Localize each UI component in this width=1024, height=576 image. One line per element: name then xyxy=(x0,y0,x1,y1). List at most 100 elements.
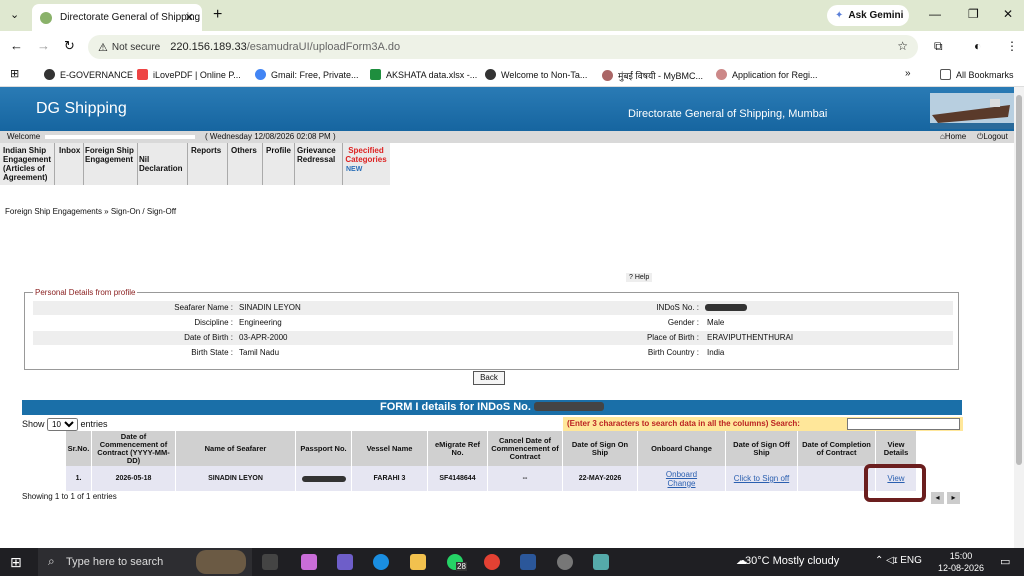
home-link[interactable]: ⌂Home xyxy=(940,132,966,141)
menu-indian-ship-engagement[interactable]: Indian Ship Engagement (Articles of Agre… xyxy=(3,146,53,182)
col-signoff[interactable]: Date of Sign Off Ship xyxy=(726,431,798,466)
forward-arrow-icon[interactable]: → xyxy=(37,38,50,53)
all-bookmarks[interactable]: All Bookmarks xyxy=(940,69,1014,80)
pob-value: ERAVIPUTHENTHURAI xyxy=(707,333,794,342)
task-view-icon[interactable] xyxy=(262,554,278,570)
minimize-icon[interactable]: — xyxy=(929,7,941,21)
new-badge: NEW xyxy=(346,166,363,173)
sign-off-link[interactable]: Click to Sign off xyxy=(734,474,790,483)
site-logo: DG Shipping xyxy=(36,100,127,117)
bookmark-egovernance[interactable]: E-GOVERNANCE xyxy=(44,69,133,80)
bookmark-label: Gmail: Free, Private... xyxy=(271,70,359,80)
back-button[interactable]: Back xyxy=(473,371,505,385)
taskbar-search[interactable]: ⌕ Type here to search xyxy=(38,548,252,576)
bookmark-welcome[interactable]: Welcome to Non-Ta... xyxy=(485,69,587,80)
clock[interactable]: 15:00 12-08-2026 xyxy=(938,550,984,574)
col-vessel[interactable]: Vessel Name xyxy=(352,431,428,466)
redacted-indos xyxy=(705,304,747,311)
whatsapp-badge: 28 xyxy=(456,562,467,571)
menu-profile[interactable]: Profile xyxy=(266,146,291,155)
bookmark-mybmc[interactable]: मुंबई विषयी - MyBMC... xyxy=(602,69,703,82)
personal-details-panel: Personal Details from profile Seafarer N… xyxy=(24,288,959,370)
col-passport[interactable]: Passport No. xyxy=(296,431,352,466)
browser-tab[interactable]: Directorate General of Shipping ✕ xyxy=(32,4,202,31)
site-banner: DG Shipping Directorate General of Shipp… xyxy=(0,87,1014,131)
redacted-username xyxy=(45,135,195,139)
profile-icon[interactable]: ◐ xyxy=(974,39,981,53)
col-commencement[interactable]: Date of Commencement of Contract (YYYY-M… xyxy=(92,431,176,466)
system-tray[interactable]: ⌃ ◁ɪ ENG xyxy=(875,555,922,566)
col-srno[interactable]: Sr.No. xyxy=(66,431,92,466)
word-icon[interactable] xyxy=(520,554,536,570)
menu-specified-categories[interactable]: Specified Categories xyxy=(344,146,388,164)
form-header: FORM I details for INDoS No. xyxy=(22,400,962,415)
col-completion[interactable]: Date of Completion of Contract xyxy=(798,431,876,466)
col-view[interactable]: View Details xyxy=(876,431,917,466)
close-tab-icon[interactable]: ✕ xyxy=(185,11,194,24)
bookmark-gmail[interactable]: Gmail: Free, Private... xyxy=(255,69,359,80)
search-input[interactable] xyxy=(847,418,960,430)
more-bookmarks-icon[interactable]: » xyxy=(905,68,911,79)
cell-cancel: -- xyxy=(488,466,563,491)
windows-start-icon[interactable]: ⊞ xyxy=(10,554,22,571)
restore-icon[interactable]: ❐ xyxy=(968,7,979,21)
apps-grid-icon[interactable]: ⊞ xyxy=(10,67,19,80)
next-page-icon[interactable]: ▸ xyxy=(947,492,960,504)
col-onboard[interactable]: Onboard Change xyxy=(638,431,726,466)
scrollbar-thumb[interactable] xyxy=(1016,95,1022,465)
menu-nil-declaration[interactable]: Nil Declaration xyxy=(139,155,185,173)
bookmark-ilovepdf[interactable]: iLovePDF | Online P... xyxy=(137,69,241,80)
redacted-indos-header xyxy=(534,402,604,411)
col-signon[interactable]: Date of Sign On Ship xyxy=(563,431,638,466)
cell-passport xyxy=(296,466,352,491)
menu-inbox[interactable]: Inbox xyxy=(59,146,80,155)
discipline-label: Discipline : xyxy=(194,318,233,327)
ask-gemini-button[interactable]: ✦ Ask Gemini xyxy=(827,5,909,26)
welcome-label: Welcome xyxy=(7,132,41,141)
welcome-bar: Welcome ( Wednesday 12/08/2026 02:08 PM … xyxy=(0,131,1014,143)
search-icon: ⌕ xyxy=(48,554,55,568)
all-bookmarks-label: All Bookmarks xyxy=(956,70,1014,80)
cell-onboard: Onboard Change xyxy=(638,466,726,491)
bookmark-application[interactable]: Application for Regi... xyxy=(716,69,818,80)
more-menu-icon[interactable]: ⋮ xyxy=(1006,39,1018,53)
url-host: 220.156.189.33 xyxy=(170,41,247,53)
new-tab-button[interactable]: + xyxy=(213,6,222,24)
profile-row: Discipline : Engineering Gender : Male xyxy=(33,316,953,330)
dob-value: 03-APR-2000 xyxy=(239,333,288,342)
page-length-control: Show 10 entries xyxy=(22,418,108,431)
help-button[interactable]: ? Help xyxy=(626,273,653,282)
notification-icon[interactable]: ▭ xyxy=(1000,555,1010,568)
file-explorer-icon[interactable] xyxy=(410,554,426,570)
bookmark-label: Welcome to Non-Ta... xyxy=(501,70,588,80)
url-field[interactable]: ⚠ Not secure 220.156.189.33/esamudraUI/u… xyxy=(88,35,918,59)
app-icon[interactable] xyxy=(337,554,353,570)
page-scrollbar[interactable] xyxy=(1014,87,1024,548)
close-window-icon[interactable]: ✕ xyxy=(1003,7,1013,21)
col-cancel[interactable]: Cancel Date of Commencement of Contract xyxy=(488,431,563,466)
menu-reports[interactable]: Reports xyxy=(191,146,221,155)
back-arrow-icon[interactable]: ← xyxy=(10,38,23,53)
app-icon[interactable] xyxy=(593,554,609,570)
col-name[interactable]: Name of Seafarer xyxy=(176,431,296,466)
onboard-change-link[interactable]: Onboard Change xyxy=(662,470,702,488)
tab-list-chevron-icon[interactable]: ⌄ xyxy=(10,8,19,21)
edge-icon[interactable] xyxy=(373,554,389,570)
col-emigrate[interactable]: eMigrate Ref No. xyxy=(428,431,488,466)
bookmark-akshata[interactable]: AKSHATA data.xlsx -... xyxy=(370,69,477,80)
profile-row: Seafarer Name : SINADIN LEYON INDoS No. … xyxy=(33,301,953,315)
copilot-icon[interactable] xyxy=(301,554,317,570)
logout-link[interactable]: ⏻Logout xyxy=(977,132,1008,142)
star-bookmark-icon[interactable]: ☆ xyxy=(897,39,908,53)
menu-foreign-ship-engagement[interactable]: Foreign Ship Engagement xyxy=(85,146,137,164)
birth-state-value: Tamil Nadu xyxy=(239,348,280,357)
extensions-icon[interactable]: ⧉ xyxy=(934,39,943,54)
prev-page-icon[interactable]: ◂ xyxy=(931,492,944,504)
menu-grievance-redressal[interactable]: Grievance Redressal xyxy=(297,146,342,164)
reload-icon[interactable]: ↻ xyxy=(64,38,75,54)
settings-icon[interactable] xyxy=(557,554,573,570)
chrome-icon[interactable] xyxy=(484,554,500,570)
weather-label[interactable]: 30°C Mostly cloudy xyxy=(745,555,839,567)
menu-others[interactable]: Others xyxy=(231,146,257,155)
entries-select[interactable]: 10 xyxy=(47,418,79,431)
